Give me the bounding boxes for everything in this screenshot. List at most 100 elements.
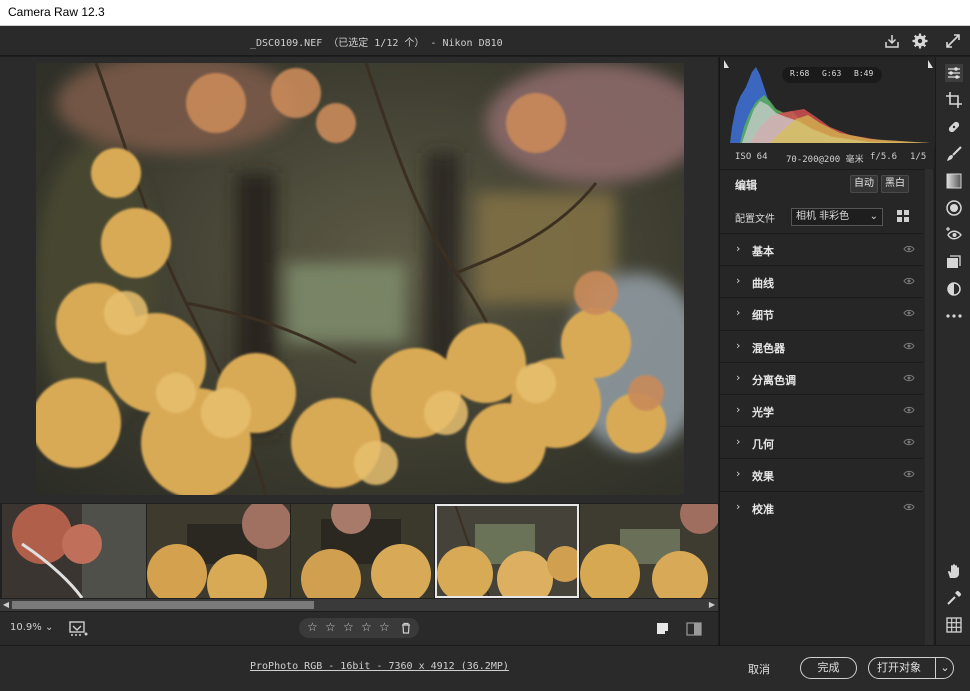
open-object-button[interactable]: 打开对象 ⌄ (868, 657, 954, 679)
eye-icon[interactable] (903, 503, 915, 511)
section-header[interactable]: › 混色器 (720, 329, 923, 362)
before-after-icon[interactable] (686, 621, 702, 637)
star-icon[interactable]: ☆ (361, 620, 372, 634)
exif-aperture: f/5.6 (870, 152, 898, 162)
heal-icon[interactable] (945, 118, 963, 136)
radial-icon[interactable] (945, 199, 963, 217)
section-header[interactable]: › 几何 (720, 426, 923, 458)
chevron-right-icon: › (736, 242, 741, 255)
main-photo[interactable] (36, 63, 684, 495)
rgb-readout: R:68 G:63 B:49 (782, 67, 882, 83)
filmstrip-thumb-selected[interactable] (435, 504, 579, 598)
chevron-right-icon: › (736, 435, 741, 449)
blue-value: B:49 (854, 69, 874, 78)
cancel-button[interactable]: 取消 (748, 661, 770, 677)
section-label: 效果 (752, 470, 774, 484)
chevron-down-icon: ⌄ (869, 211, 878, 222)
filmstrip-scrollbar[interactable]: ◀ ▶ (0, 599, 718, 611)
sliders-icon[interactable] (945, 64, 963, 82)
section-header[interactable]: › 细节 (720, 297, 923, 329)
zoom-value: 10.9% (10, 622, 42, 633)
chevron-right-icon: › (736, 274, 741, 288)
tool-strip (935, 57, 970, 645)
more-icon[interactable] (945, 307, 963, 325)
save-icon[interactable] (883, 32, 901, 50)
edit-panel: R:68 G:63 B:49 ISO 64 70-200@200 毫米 f/5.… (719, 57, 935, 645)
window-title: Camera Raw 12.3 (8, 5, 105, 19)
filmstrip-toggle-icon[interactable] (69, 621, 89, 637)
file-header: _DSC0109.NEF （已选定 1/12 个） - Nikon D810 (0, 26, 970, 56)
crop-icon[interactable] (945, 91, 963, 109)
section-label: 几何 (752, 438, 774, 452)
image-viewer (0, 57, 718, 503)
exif-lens: 70-200@200 毫米 (786, 155, 864, 165)
filmstrip (0, 503, 718, 599)
profile-browser-icon[interactable] (897, 210, 909, 222)
section-header[interactable]: › 分离色调 (720, 361, 923, 394)
fullscreen-icon[interactable] (944, 32, 962, 50)
section-label: 校准 (752, 502, 774, 516)
filmstrip-thumb[interactable] (580, 504, 718, 598)
filmstrip-thumb[interactable] (291, 504, 434, 598)
chevron-right-icon: › (736, 338, 741, 352)
chevron-down-icon[interactable]: ⌄ (935, 658, 954, 678)
star-icon[interactable]: ☆ (379, 620, 390, 634)
eye-icon[interactable] (903, 245, 915, 253)
window-titlebar: Camera Raw 12.3 (0, 0, 970, 26)
red-value: R:68 (790, 69, 810, 78)
file-name: _DSC0109.NEF （已选定 1/12 个） - Nikon D810 (250, 38, 503, 49)
eye-icon[interactable] (903, 470, 915, 478)
exif-iso: ISO 64 (735, 152, 768, 162)
eye-icon[interactable] (903, 406, 915, 414)
section-label: 细节 (752, 309, 774, 323)
eye-icon[interactable] (903, 374, 915, 382)
auto-button[interactable]: 自动 (850, 175, 878, 193)
scroll-right-icon[interactable]: ▶ (706, 599, 718, 611)
brush-icon[interactable] (945, 145, 963, 163)
trash-icon[interactable] (400, 622, 412, 634)
star-icon[interactable]: ☆ (307, 620, 318, 634)
exif-shutter: 1/5 (910, 152, 927, 162)
panel-scrollbar[interactable] (925, 169, 933, 645)
histogram: R:68 G:63 B:49 (720, 57, 935, 147)
profile-select[interactable]: 相机 非彩色 ⌄ (791, 208, 883, 226)
gear-icon[interactable] (911, 32, 929, 50)
presets-icon[interactable] (945, 280, 963, 298)
workflow-options-link[interactable]: ProPhoto RGB - 16bit - 7360 x 4912 (36.2… (250, 661, 509, 672)
chevron-right-icon: › (736, 370, 741, 384)
star-icon[interactable]: ☆ (343, 620, 354, 634)
eye-icon[interactable] (903, 277, 915, 285)
edit-heading: 编辑 (735, 179, 757, 192)
section-label: 基本 (752, 245, 774, 258)
eye-icon[interactable] (903, 309, 915, 317)
grid-icon[interactable] (945, 616, 963, 634)
snapshots-icon[interactable] (945, 253, 963, 271)
filmstrip-thumb[interactable] (2, 504, 146, 598)
done-button[interactable]: 完成 (800, 657, 857, 679)
rating-bar: ☆ ☆ ☆ ☆ ☆ (299, 618, 419, 638)
eye-icon[interactable] (903, 438, 915, 446)
eye-icon[interactable] (903, 342, 915, 350)
section-label: 光学 (752, 406, 774, 419)
section-header[interactable]: › 曲线 (720, 265, 923, 297)
eyedropper-icon[interactable] (945, 589, 963, 607)
redeye-icon[interactable] (945, 226, 963, 244)
scroll-left-icon[interactable]: ◀ (0, 599, 12, 611)
hand-icon[interactable] (945, 562, 963, 580)
single-view-icon[interactable] (656, 622, 670, 636)
star-icon[interactable]: ☆ (325, 620, 336, 634)
filmstrip-thumb[interactable] (147, 504, 290, 598)
scrollbar-thumb[interactable] (12, 601, 314, 609)
section-header[interactable]: › 效果 (720, 458, 923, 490)
section-header[interactable]: › 基本 (720, 233, 923, 265)
section-header[interactable]: › 光学 (720, 394, 923, 426)
section-header[interactable]: › 校准 (720, 490, 923, 523)
zoom-level[interactable]: 10.9% ⌄ (10, 622, 53, 633)
open-object-label: 打开对象 (877, 661, 921, 674)
bw-button[interactable]: 黑白 (881, 175, 909, 193)
chevron-right-icon: › (736, 403, 741, 416)
chevron-right-icon: › (736, 467, 741, 481)
profile-label: 配置文件 (735, 214, 775, 225)
gradient-icon[interactable] (945, 172, 963, 190)
dialog-footer: ProPhoto RGB - 16bit - 7360 x 4912 (36.2… (0, 645, 970, 691)
